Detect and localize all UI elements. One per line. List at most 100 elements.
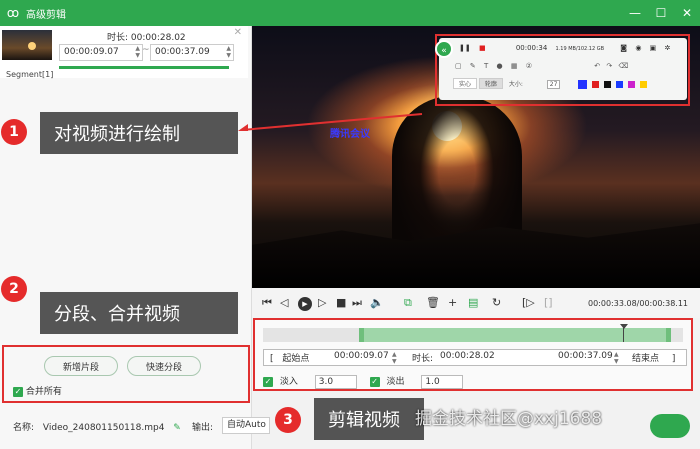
trim-end-value[interactable]: 00:00:37.09 [558,351,613,361]
fade-out-label: 淡出 [386,377,405,387]
webcam-icon[interactable]: ◉ [635,44,641,52]
skip-start-icon[interactable]: ⏮ [262,296,272,310]
copy-icon[interactable]: ▤ [468,296,478,309]
playback-controls: ⏮ ◁ ▶ ▷ ■ ⏭ 🔈 ⧉ 🗑 + ▤ ↻ [▷ [] 00:00:33.0… [252,288,700,318]
pause-icon[interactable]: ❚❚ [459,44,471,52]
spinner-icon[interactable]: ▲ ▼ [135,45,140,59]
image-tool-icon[interactable]: ▦ [511,62,518,70]
playback-timecode: 00:00:33.08/00:00:38.11 [588,299,688,308]
spinner-icon[interactable]: ▲ ▼ [614,351,619,365]
file-name-row: 名称: Video_240801150118.mp4 ✎ [13,420,181,433]
duration-value: 00:00:28.02 [130,33,186,43]
maximize-button[interactable]: ☐ [648,0,674,26]
add-icon[interactable]: + [448,296,457,309]
redo-icon[interactable]: ↷ [606,62,612,70]
fade-in-checkbox-icon[interactable]: ✓ [263,376,273,387]
timeline-track[interactable] [263,324,683,342]
size-label: 大小: [508,81,523,88]
segment-end-field[interactable]: 00:00:37.09 ▲ ▼ [150,44,234,61]
skip-end-icon[interactable]: ⏭ [352,296,362,310]
fade-out-checkbox-icon[interactable]: ✓ [369,376,380,387]
settings-icon[interactable]: ✲ [665,44,671,52]
spinner-icon[interactable]: ▲ ▼ [226,45,231,59]
segment-end-value: 00:00:37.09 [155,47,210,57]
callout-1: 对视频进行绘制 [40,112,238,154]
clear-icon[interactable]: ⌫ [618,62,628,70]
callout-badge-1: 1 [1,119,27,145]
edit-icon[interactable]: ✎ [173,423,181,433]
pen-tool-icon[interactable]: ✎ [470,62,476,70]
delete-icon[interactable]: 🗑 [426,296,440,309]
recorder-toolbar-highlight: « ❚❚ ■ 00:00:34 1.19 MB/102.12 GB ◙ ◉ ▣ … [435,34,690,106]
watermark: 掘金技术社区@xxj1688 [415,409,603,429]
reset-icon[interactable]: ↻ [492,296,501,309]
next-frame-icon[interactable]: ▷ [318,296,326,309]
camera-icon[interactable]: ◙ [620,44,627,52]
style-solid[interactable]: 实心 [453,78,477,89]
toolbox-icon[interactable]: ▣ [650,44,657,52]
window-title: 高级剪辑 [26,9,66,21]
play-icon[interactable]: ▶ [298,297,312,311]
trim-start-value[interactable]: 00:00:09.07 [334,351,389,361]
shape-tool-icon[interactable]: ● [496,62,502,70]
trim-panel: [ 起始点 00:00:09.07 ▲ ▼ 时长: 00:00:28.02 00:… [253,318,693,391]
mark-in-icon[interactable]: [▷ [522,296,535,309]
recorder-toolbar: « ❚❚ ■ 00:00:34 1.19 MB/102.12 GB ◙ ◉ ▣ … [435,38,687,100]
callout-badge-3: 3 [275,407,301,433]
duration-label: 时长: [107,33,129,43]
callout-badge-2: 2 [1,276,27,302]
segment-start-field[interactable]: 00:00:09.07 ▲ ▼ [59,44,143,61]
prev-frame-icon[interactable]: ◁ [280,296,288,309]
close-button[interactable]: ✕ [674,0,700,26]
trim-duration-value: 00:00:28.02 [440,351,495,361]
number-tool-icon[interactable]: ② [526,62,532,70]
trim-duration-label: 时长: [412,354,434,364]
stop-icon[interactable]: ■ [336,296,346,309]
size-value[interactable]: 27 [546,80,561,89]
fade-in-label: 淡入 [279,377,298,387]
fade-in-input[interactable]: 3.0 [314,375,357,389]
volume-icon[interactable]: 🔈 [370,296,384,309]
trim-fields: [ 起始点 00:00:09.07 ▲ ▼ 时长: 00:00:28.02 00:… [263,349,687,366]
fade-row: ✓ 淡入 3.0 ✓ 淡出 1.0 [263,374,464,389]
record-info: 1.19 MB/102.12 GB [555,46,605,52]
file-name-value: Video_240801150118.mp4 [42,423,165,433]
collapse-icon[interactable]: « [435,40,453,58]
callout-3: 剪辑视频 [314,398,424,440]
color-swatch[interactable] [628,81,636,88]
range-separator: ~ [142,45,150,55]
name-label: 名称: [13,423,35,433]
segment-start-value: 00:00:09.07 [64,47,119,57]
mark-out-icon[interactable]: [] [544,296,553,309]
stop-icon[interactable]: ■ [479,44,486,52]
color-swatch[interactable] [639,81,647,88]
spinner-icon[interactable]: ▲ ▼ [392,351,397,365]
output-label: 输出: [192,423,214,433]
segment-label: Segment[1] [6,70,54,79]
fade-out-input[interactable]: 1.0 [421,375,464,389]
timeline-selection[interactable] [359,328,671,342]
playhead[interactable] [620,324,628,342]
export-button[interactable] [650,414,690,438]
text-tool-icon[interactable]: T [484,62,488,70]
style-outline[interactable]: 轮廓 [478,78,503,89]
video-preview[interactable]: 腾讯会议 « ❚❚ ■ 00:00:34 1.19 MB/102.12 GB ◙… [252,26,700,288]
rectangle-tool-icon[interactable]: ▢ [455,62,462,70]
segment-card[interactable]: 时长: 00:00:28.02 00:00:09.07 ▲ ▼ ~ 00:00:3… [0,26,248,79]
segment-close-icon[interactable]: ✕ [234,27,242,38]
undo-icon[interactable]: ↶ [594,62,600,70]
start-label: 起始点 [282,354,310,364]
segment-progress [59,66,229,69]
set-end-button[interactable]: 结束点 ] [632,351,675,364]
color-swatch[interactable] [604,81,612,88]
color-swatch[interactable] [592,81,600,88]
split-icon[interactable]: ⧉ [404,296,412,310]
title-bar: ꝏ 高级剪辑 — ☐ ✕ [0,0,700,26]
set-start-button[interactable]: [ 起始点 [270,351,309,364]
color-swatch[interactable] [616,81,624,88]
end-label: 结束点 [632,354,660,364]
output-select[interactable]: 自动Auto [222,417,270,434]
minimize-button[interactable]: — [622,0,648,26]
color-swatch[interactable] [578,80,588,89]
overlay-text: 腾讯会议 [330,129,370,140]
